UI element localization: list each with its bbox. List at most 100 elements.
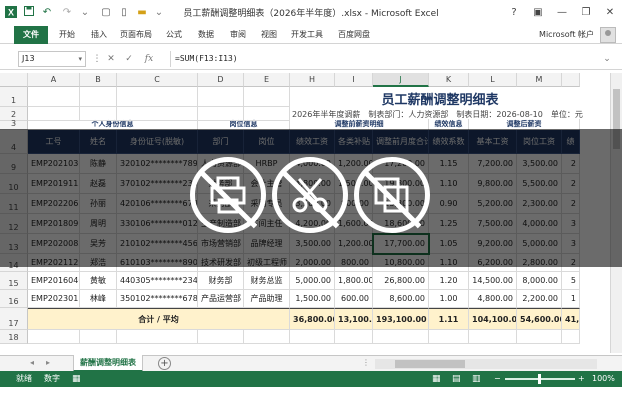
zoom-out-icon[interactable]: −: [494, 371, 501, 387]
table-cell[interactable]: 14,500.00: [469, 272, 517, 290]
tab-home[interactable]: 开始: [52, 26, 82, 44]
tab-insert[interactable]: 插入: [84, 26, 114, 44]
sheet-tab-active[interactable]: 薪酬调整明细表: [73, 355, 143, 372]
column-header-overflow[interactable]: [562, 73, 580, 87]
account-menu[interactable]: Microsoft 帐户: [539, 26, 594, 44]
table-cell[interactable]: 1: [562, 290, 580, 308]
tab-baidu-netdisk[interactable]: 百度网盘: [334, 26, 374, 44]
column-header-L[interactable]: L: [469, 73, 517, 87]
tab-file[interactable]: 文件: [14, 26, 48, 44]
help-button[interactable]: ?: [502, 0, 526, 26]
column-header-H[interactable]: H: [290, 73, 335, 87]
table-cell[interactable]: 4,800.00: [469, 290, 517, 308]
column-header-J[interactable]: J: [373, 73, 429, 87]
table-cell[interactable]: EMP20160407: [28, 272, 80, 290]
prev-sheet-icon[interactable]: ◂: [30, 358, 34, 367]
zoom-level[interactable]: 100%: [592, 371, 615, 387]
table-cell[interactable]: 产品运营部: [198, 290, 244, 308]
empty-cell[interactable]: [198, 87, 244, 107]
row-header-16[interactable]: 16: [0, 290, 28, 308]
tab-page-layout[interactable]: 页面布局: [116, 26, 156, 44]
empty-cell[interactable]: [373, 330, 429, 344]
restore-button[interactable]: ❐: [574, 0, 598, 26]
table-cell[interactable]: 1.00: [429, 290, 469, 308]
column-header-E[interactable]: E: [244, 73, 290, 87]
empty-cell[interactable]: [562, 330, 580, 344]
empty-cell[interactable]: [198, 330, 244, 344]
normal-view-icon[interactable]: ▦: [432, 371, 441, 387]
avatar[interactable]: [600, 27, 616, 43]
empty-cell[interactable]: [469, 330, 517, 344]
select-all-corner[interactable]: [0, 73, 28, 87]
empty-cell[interactable]: [117, 330, 198, 344]
zoom-slider-thumb[interactable]: [538, 374, 541, 384]
zoom-in-icon[interactable]: +: [578, 371, 585, 387]
empty-cell[interactable]: [244, 330, 290, 344]
empty-cell[interactable]: [244, 107, 290, 121]
expand-formula-icon[interactable]: ⌄: [600, 51, 614, 67]
tab-formulas[interactable]: 公式: [160, 26, 188, 44]
table-cell[interactable]: 26,800.00: [373, 272, 429, 290]
minimize-button[interactable]: —: [550, 0, 574, 26]
column-header-C[interactable]: C: [117, 73, 198, 87]
table-cell[interactable]: 产品助理: [244, 290, 290, 308]
table-cell[interactable]: 350102********6789: [117, 290, 198, 308]
empty-cell[interactable]: [335, 330, 373, 344]
ribbon-display-icon[interactable]: ▣: [526, 0, 550, 26]
empty-cell[interactable]: [290, 330, 335, 344]
zoom-slider[interactable]: [505, 374, 575, 384]
table-cell[interactable]: 林峰: [80, 290, 117, 308]
sheet-split-icon[interactable]: ⋮: [362, 358, 370, 367]
column-header-I[interactable]: I: [335, 73, 373, 87]
chevron-down-icon[interactable]: ▾: [78, 52, 82, 66]
enter-icon[interactable]: ✓: [122, 51, 136, 67]
table-cell[interactable]: 黄敏: [80, 272, 117, 290]
insert-function-icon[interactable]: fx: [142, 51, 156, 67]
horizontal-scrollbar[interactable]: [375, 359, 597, 369]
table-cell[interactable]: 8,600.00: [373, 290, 429, 308]
column-header-K[interactable]: K: [429, 73, 469, 87]
add-sheet-button[interactable]: +: [158, 357, 171, 370]
table-cell[interactable]: 2,200.00: [517, 290, 562, 308]
row-header-15[interactable]: 15: [0, 272, 28, 290]
tab-data[interactable]: 数据: [192, 26, 220, 44]
table-cell[interactable]: 600.00: [335, 290, 373, 308]
empty-cell[interactable]: [429, 330, 469, 344]
table-cell[interactable]: 5,000.00: [290, 272, 335, 290]
page-layout-view-icon[interactable]: ▤: [452, 371, 461, 387]
page-break-view-icon[interactable]: ▥: [472, 371, 481, 387]
horizontal-scroll-thumb[interactable]: [395, 360, 465, 368]
empty-cell[interactable]: [198, 107, 244, 121]
empty-cell[interactable]: [244, 87, 290, 107]
column-header-A[interactable]: A: [28, 73, 80, 87]
tab-review[interactable]: 审阅: [224, 26, 252, 44]
row-header-18[interactable]: 18: [0, 330, 28, 344]
empty-cell[interactable]: [517, 330, 562, 344]
close-button[interactable]: ✕: [598, 0, 622, 26]
table-cell[interactable]: EMP20230118: [28, 290, 80, 308]
table-cell[interactable]: 440305********2345: [117, 272, 198, 290]
cancel-icon[interactable]: ✕: [104, 51, 118, 67]
column-header-D[interactable]: D: [198, 73, 244, 87]
table-cell[interactable]: 5: [562, 272, 580, 290]
next-sheet-icon[interactable]: ▸: [46, 358, 50, 367]
table-cell[interactable]: 财务部: [198, 272, 244, 290]
tab-developer[interactable]: 开发工具: [287, 26, 327, 44]
empty-cell[interactable]: [28, 330, 80, 344]
empty-cell[interactable]: [80, 330, 117, 344]
empty-cell[interactable]: [80, 87, 117, 107]
empty-cell[interactable]: [117, 107, 198, 121]
row-header-17[interactable]: 17: [0, 308, 28, 330]
table-cell[interactable]: 1,500.00: [290, 290, 335, 308]
table-cell[interactable]: 1,800.00: [335, 272, 373, 290]
empty-cell[interactable]: [28, 107, 80, 121]
column-header-B[interactable]: B: [80, 73, 117, 87]
empty-cell[interactable]: [28, 87, 80, 107]
column-header-M[interactable]: M: [517, 73, 562, 87]
formula-input[interactable]: =SUM(F13:I13): [170, 51, 610, 67]
name-box[interactable]: J13 ▾: [18, 51, 86, 67]
row-header-1[interactable]: 1: [0, 87, 28, 107]
empty-cell[interactable]: [80, 107, 117, 121]
table-cell[interactable]: 8,000.00: [517, 272, 562, 290]
table-cell[interactable]: 1.20: [429, 272, 469, 290]
